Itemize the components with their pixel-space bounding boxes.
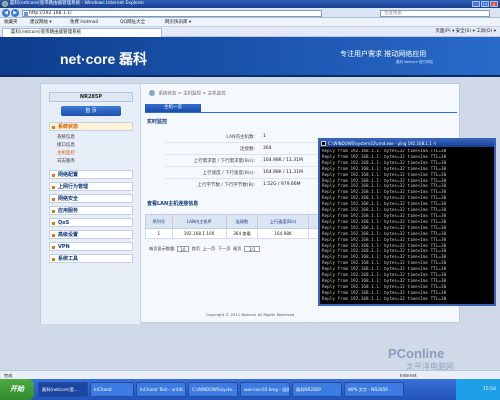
slogan: 专注用户需求 推动网络应用 bbox=[340, 50, 427, 58]
cmd-window[interactable]: C:\WINDOWS\system32\cmd.exe - ping 192.1… bbox=[318, 138, 496, 306]
prev-page-link[interactable]: 上一页 bbox=[203, 246, 216, 251]
home-button[interactable]: 首 页 bbox=[61, 106, 121, 116]
hotmail-link[interactable]: 免费 Hotmail bbox=[70, 18, 98, 27]
page-icon bbox=[24, 11, 28, 16]
system-tray: 15:54 bbox=[456, 379, 500, 400]
breadcrumb: 系统状态 > 主机监控 > 主机监控 bbox=[149, 90, 226, 97]
menu-app-service[interactable]: 应用服务 bbox=[49, 206, 133, 215]
close-button[interactable]: × bbox=[490, 1, 498, 7]
submenu-host-monitor[interactable]: 主机监控 bbox=[57, 150, 75, 156]
menu-qos[interactable]: QoS bbox=[49, 218, 133, 227]
taskbar: 开始 磊科(netcore)宽... InCharot InCharot Tes… bbox=[0, 379, 500, 400]
demand-label: 上行需求量 / 下行需求量(B/s): bbox=[193, 159, 255, 164]
pconline-watermark: PConline bbox=[388, 346, 445, 361]
realtime-title: 实时监控 bbox=[147, 119, 168, 125]
netcore-logo: net·core 磊科 bbox=[60, 51, 148, 67]
menu-system-status[interactable]: 系统状态 bbox=[49, 122, 133, 131]
lan-hosts-label: LAN内主机数: bbox=[226, 135, 255, 140]
col-upload: 上行速度(B/s) bbox=[257, 214, 309, 229]
task-ie[interactable]: 磊科(netcore)宽... bbox=[38, 382, 88, 397]
sidebar: NR285P 首 页 系统状态 系统信息 接口信息 主机监控 日志服务 网络配置… bbox=[41, 84, 141, 324]
submenu-log-service[interactable]: 日志服务 bbox=[57, 158, 75, 164]
url-text: http://192.168.1.1/ bbox=[29, 10, 72, 16]
menu-vpn[interactable]: VPN bbox=[49, 242, 133, 251]
last-page-link[interactable]: 尾页 bbox=[233, 246, 241, 251]
cmd-line: Reply from 192.168.1.1: bytes=32 time<1m… bbox=[322, 296, 447, 302]
cell-upload: 164.98K bbox=[257, 228, 309, 239]
task-incharot[interactable]: InCharot bbox=[90, 382, 134, 397]
submenu-interface-info[interactable]: 接口信息 bbox=[57, 142, 75, 148]
address-bar: ◀ ▶ http://192.168.1.1/ 百度搜索 bbox=[0, 8, 500, 18]
cmd-title: C:\WINDOWS\system32\cmd.exe - ping 192.1… bbox=[328, 141, 437, 146]
forward-button[interactable]: ▶ bbox=[11, 9, 19, 17]
connections-value: 364 bbox=[263, 146, 272, 151]
suggested-sites-link[interactable]: 建议网站 ▾ bbox=[30, 18, 52, 27]
page-select[interactable]: 1/1 bbox=[244, 246, 261, 252]
menu-network-config[interactable]: 网络配置 bbox=[49, 170, 133, 179]
cmd-icon bbox=[321, 141, 326, 146]
lan-hosts-value: 1 bbox=[263, 134, 266, 139]
cmd-output: Reply from 192.168.1.1: bytes=32 time<1m… bbox=[322, 149, 492, 304]
clock: 15:54 bbox=[483, 387, 496, 392]
browser-title-bar: 磊科(netcore)宽带路由器管理系统 - Windows Internet … bbox=[0, 0, 500, 8]
menu-network-security[interactable]: 网络安全 bbox=[49, 194, 133, 203]
tab-bar: 磊科(netcore)宽带路由器管理系统 页面(P) ▾ 安全(S) ▾ 工具(… bbox=[0, 27, 500, 37]
cell-index: 1 bbox=[145, 228, 173, 239]
demand-value: 164.98K / 11.31M bbox=[263, 158, 303, 163]
cmd-title-bar[interactable]: C:\WINDOWS\system32\cmd.exe - ping 192.1… bbox=[320, 140, 494, 147]
task-wps[interactable]: WPS 文字 - NR285P... bbox=[344, 382, 404, 397]
back-button[interactable]: ◀ bbox=[2, 9, 10, 17]
start-button[interactable]: 开始 bbox=[0, 379, 34, 400]
favorites-bar: 收藏夹 建议网站 ▾ 免费 Hotmail QQ网址大全 网页快讯库 ▾ bbox=[0, 18, 500, 27]
window-title: 磊科(netcore)宽带路由器管理系统 - Windows Internet … bbox=[10, 1, 145, 6]
search-input[interactable]: 百度搜索 bbox=[380, 9, 490, 17]
tab-router[interactable]: 磊科(netcore)宽带路由器管理系统 bbox=[2, 28, 162, 37]
window-controls: _ □ × bbox=[472, 1, 498, 7]
task-cmd[interactable]: C:\WINDOWS\syste... bbox=[188, 382, 238, 397]
maximize-button[interactable]: □ bbox=[481, 1, 489, 7]
cell-ip: 192.168.1.100 bbox=[171, 228, 227, 239]
per-page-input[interactable]: 10 bbox=[176, 246, 189, 252]
next-page-link[interactable]: 下一页 bbox=[218, 246, 231, 251]
qq-link[interactable]: QQ网址大全 bbox=[120, 18, 145, 27]
router-header: net·core 磊科 专注用户需求 推动网络应用 磊科 Netcore 官方网… bbox=[0, 37, 500, 77]
web-slice-link[interactable]: 网页快讯库 ▾ bbox=[165, 18, 191, 27]
menu-advanced[interactable]: 高级设置 bbox=[49, 230, 133, 239]
first-page-link[interactable]: 首页 bbox=[192, 246, 200, 251]
status-text: 完成 bbox=[4, 373, 13, 378]
task-paint[interactable]: wan-lan-02.bmp - 画图 bbox=[240, 382, 290, 397]
task-router[interactable]: 磊科NR285P bbox=[292, 382, 342, 397]
speed-label: 上行速度 / 下行速度(B/s): bbox=[202, 171, 255, 176]
crumb-2[interactable]: 主机监控 bbox=[183, 92, 201, 97]
ie-icon bbox=[2, 1, 8, 7]
bytes-value: 1.52G / 979.66M bbox=[263, 182, 301, 187]
per-page-label: 每页显示数量: bbox=[149, 246, 176, 251]
url-input[interactable]: http://192.168.1.1/ bbox=[22, 9, 322, 17]
crumb-3: 主机监控 bbox=[207, 91, 226, 97]
slogan-sub: 磊科 Netcore 官方网站 bbox=[396, 60, 433, 64]
col-index: 序列号 bbox=[145, 214, 173, 229]
col-ip: LAN内主机IP bbox=[171, 214, 227, 229]
menu-system-tools[interactable]: 系统工具 bbox=[49, 254, 133, 263]
tab-underline bbox=[145, 112, 457, 113]
pagination: 每页显示数量: 10 首页 上一页 下一页 尾页 1/1 bbox=[149, 246, 261, 252]
crumb-1[interactable]: 系统状态 bbox=[158, 92, 176, 97]
cell-connections[interactable]: 364 查看 bbox=[225, 228, 259, 239]
model-label: NR285P bbox=[49, 92, 133, 102]
col-connections: 连接数 bbox=[225, 214, 259, 229]
tab-host-overview[interactable]: 主机一览 bbox=[145, 104, 201, 112]
copyright: Copyright © 2011 Netcore All Rights Rese… bbox=[205, 312, 295, 317]
bytes-label: 上行字节数 / 下行字节数(B): bbox=[197, 183, 256, 188]
home-icon bbox=[149, 90, 155, 96]
command-bar[interactable]: 页面(P) ▾ 安全(S) ▾ 工具(O) ▾ bbox=[435, 27, 496, 37]
submenu-system-info[interactable]: 系统信息 bbox=[57, 134, 75, 140]
minimize-button[interactable]: _ bbox=[472, 1, 480, 7]
favorites-button[interactable]: 收藏夹 bbox=[4, 18, 18, 27]
speed-value: 164.98K / 11.31M bbox=[263, 170, 303, 175]
host-info-title: 查看LAN主机连接信息 bbox=[147, 201, 199, 207]
status-bar: 完成 Internet bbox=[0, 370, 500, 379]
menu-behavior-mgmt[interactable]: 上网行为管理 bbox=[49, 182, 133, 191]
connections-label: 连接数: bbox=[239, 147, 255, 152]
task-incharot-test[interactable]: InCharot Test - untitl... bbox=[136, 382, 186, 397]
